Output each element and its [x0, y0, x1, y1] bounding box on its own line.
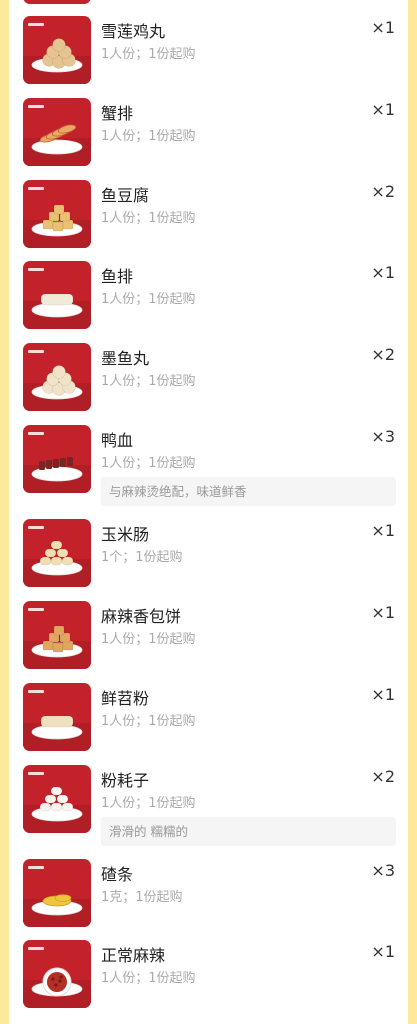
item-quantity: ×1: [371, 521, 395, 540]
item-spec: 1人份；1份起购: [101, 714, 196, 729]
brand-logo-mark: [28, 105, 44, 108]
previous-item-thumbnail: [23, 0, 91, 4]
food-thumbnail-image: [23, 765, 91, 833]
brand-logo-mark: [28, 23, 44, 26]
item-quantity: ×1: [371, 685, 395, 704]
item-spec: 1人份；1份起购: [101, 47, 196, 62]
plate-shape: [31, 139, 83, 155]
item-name: 蟹排: [101, 104, 134, 123]
item-spec: 1个；1份起购: [101, 550, 183, 565]
item-name: 麻辣香包饼: [101, 607, 182, 626]
food-thumbnail: [23, 261, 91, 329]
item-quantity: ×3: [371, 427, 395, 446]
brand-logo-mark: [28, 866, 44, 869]
food-thumbnail: [23, 425, 91, 493]
item-name: 鱼排: [101, 267, 134, 286]
food-illustration: [40, 293, 74, 306]
item-quantity: ×1: [371, 603, 395, 622]
brand-logo-mark: [28, 432, 44, 435]
food-thumbnail: [23, 519, 91, 587]
item-name: 碴条: [101, 865, 134, 884]
food-thumbnail: [23, 180, 91, 248]
brand-logo-mark: [28, 187, 44, 190]
food-thumbnail-image: [23, 425, 91, 493]
food-thumbnail-image: [23, 343, 91, 411]
food-thumbnail-image: [23, 859, 91, 927]
item-spec: 1人份；1份起购: [101, 211, 196, 226]
food-thumbnail-image: [23, 261, 91, 329]
food-thumbnail: [23, 601, 91, 669]
item-quantity: ×1: [371, 18, 395, 37]
brand-logo-mark: [28, 690, 44, 693]
food-thumbnail-image: [23, 98, 91, 166]
food-thumbnail-image: [23, 180, 91, 248]
item-spec: 1克；1份起购: [101, 890, 183, 905]
item-quantity: ×2: [371, 767, 395, 786]
item-spec: 1人份；1份起购: [101, 796, 196, 811]
food-thumbnail: [23, 16, 91, 84]
item-note: 滑滑的 糯糯的: [101, 817, 396, 846]
brand-logo-mark: [28, 608, 44, 611]
item-name: 鲜苕粉: [101, 689, 150, 708]
item-name: 鱼豆腐: [101, 186, 150, 205]
item-spec: 1人份；1份起购: [101, 129, 196, 144]
item-spec: 1人份；1份起购: [101, 632, 196, 647]
item-name: 雪莲鸡丸: [101, 22, 166, 41]
brand-logo-mark: [28, 772, 44, 775]
brand-logo-mark: [28, 268, 44, 271]
food-thumbnail-image: [23, 519, 91, 587]
item-quantity: ×1: [371, 942, 395, 961]
food-thumbnail: [23, 765, 91, 833]
order-items-panel: 雪莲鸡丸 ×1 1人份；1份起购 蟹排 ×1 1人份；1份起购 鱼豆腐 ×2 1人份；1份起购鱼…: [9, 0, 408, 1024]
item-quantity: ×1: [371, 100, 395, 119]
food-thumbnail-image: [23, 683, 91, 751]
brand-logo-mark: [28, 947, 44, 950]
food-thumbnail: [23, 343, 91, 411]
item-spec: 1人份；1份起购: [101, 456, 196, 471]
food-thumbnail-image: [23, 16, 91, 84]
food-thumbnail: [23, 940, 91, 1008]
brand-logo-mark: [28, 526, 44, 529]
item-quantity: ×1: [371, 263, 395, 282]
item-spec: 1人份；1份起购: [101, 374, 196, 389]
item-spec: 1人份；1份起购: [101, 971, 196, 986]
item-name: 粉耗子: [101, 771, 150, 790]
item-name: 鸭血: [101, 431, 134, 450]
item-name: 正常麻辣: [101, 946, 166, 965]
food-thumbnail: [23, 683, 91, 751]
food-illustration: [42, 967, 72, 997]
item-spec: 1人份；1份起购: [101, 292, 196, 307]
item-quantity: ×2: [371, 182, 395, 201]
food-thumbnail: [23, 98, 91, 166]
food-thumbnail-image: [23, 601, 91, 669]
food-thumbnail-image: [23, 940, 91, 1008]
item-name: 墨鱼丸: [101, 349, 150, 368]
food-thumbnail: [23, 859, 91, 927]
brand-logo-mark: [28, 350, 44, 353]
item-note: 与麻辣烫绝配，味道鲜香: [101, 477, 396, 506]
food-illustration: [40, 715, 74, 728]
item-quantity: ×2: [371, 345, 395, 364]
item-quantity: ×3: [371, 861, 395, 880]
item-name: 玉米肠: [101, 525, 150, 544]
